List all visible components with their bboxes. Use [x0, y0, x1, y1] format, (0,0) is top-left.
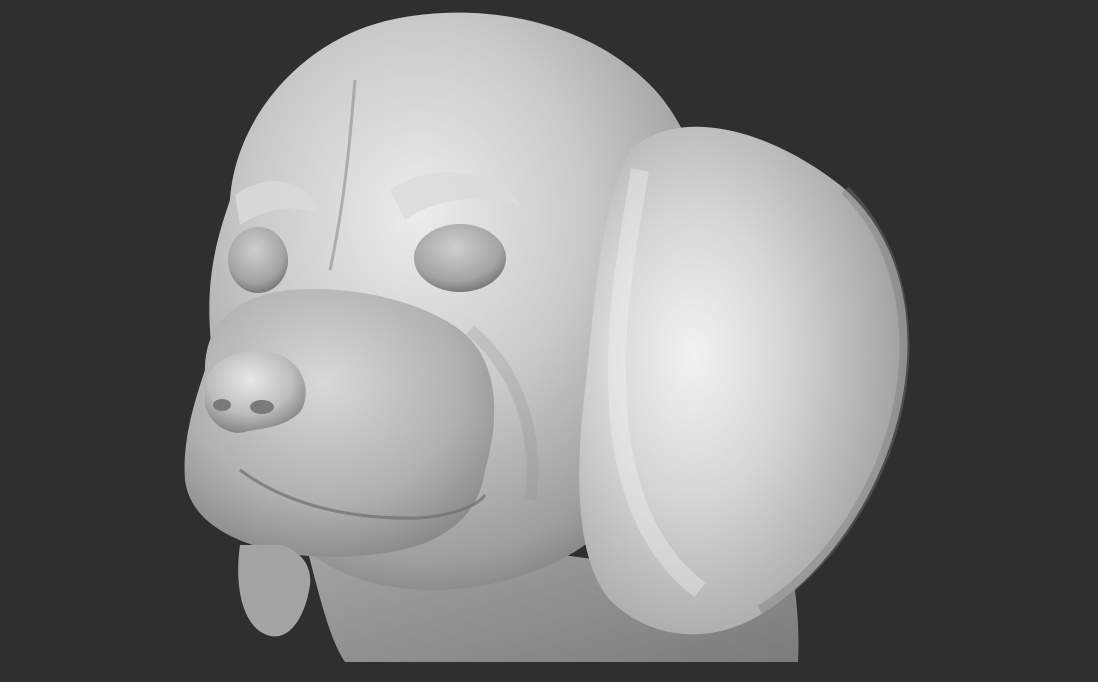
tongue — [238, 545, 311, 637]
eye-left — [228, 227, 288, 293]
nostril-right — [250, 400, 274, 414]
nostril-left — [213, 399, 231, 411]
3d-viewport[interactable] — [0, 0, 1098, 682]
dog-head-sculpt[interactable] — [0, 0, 1098, 682]
eye-right — [414, 224, 506, 292]
